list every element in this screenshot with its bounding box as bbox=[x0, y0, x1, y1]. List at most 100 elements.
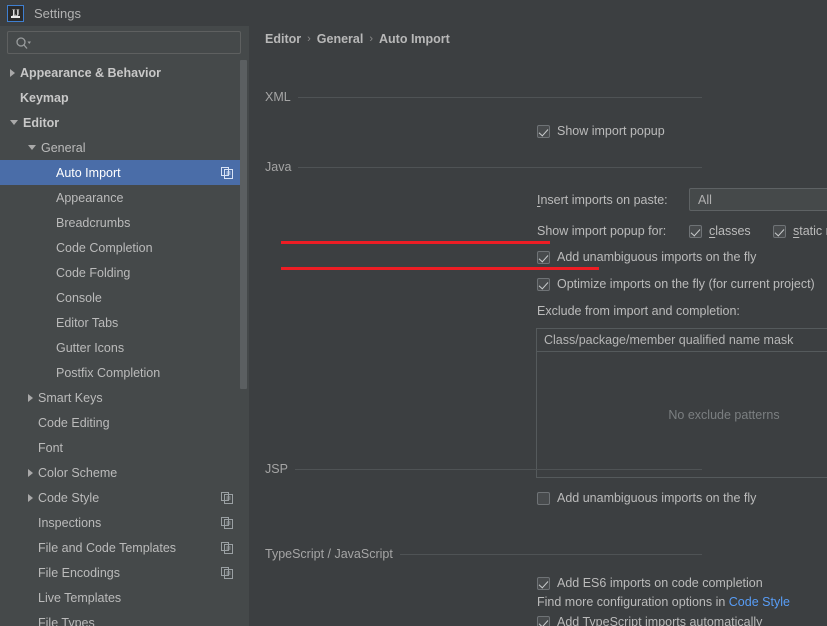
sidebar-item-keymap[interactable]: Keymap bbox=[0, 85, 249, 110]
add-es6-imports-label: Add ES6 imports on code completion bbox=[557, 576, 763, 590]
jsp-add-unambiguous-checkbox[interactable] bbox=[537, 492, 550, 505]
search-box[interactable] bbox=[7, 31, 241, 54]
sidebar-item-file-encodings[interactable]: File Encodings bbox=[0, 560, 249, 585]
code-style-hint: Find more configuration options in Code … bbox=[537, 595, 790, 609]
copy-settings-icon[interactable] bbox=[221, 567, 233, 579]
classes-checkbox[interactable] bbox=[689, 225, 702, 238]
sidebar-scrollbar-thumb[interactable] bbox=[240, 60, 247, 389]
window-title: Settings bbox=[34, 6, 81, 21]
sidebar-item-label: Editor Tabs bbox=[56, 316, 118, 330]
sidebar-item-inspections[interactable]: Inspections bbox=[0, 510, 249, 535]
column-header-name-mask[interactable]: Class/package/member qualified name mask bbox=[537, 329, 827, 351]
exclude-table-empty-text: No exclude patterns bbox=[668, 408, 779, 422]
jsp-add-unambiguous-checkbox-row[interactable]: Add unambiguous imports on the fly bbox=[537, 491, 756, 505]
copy-settings-icon[interactable] bbox=[221, 542, 233, 554]
exclude-table-empty-state: No exclude patterns bbox=[537, 352, 827, 477]
sidebar-scrollbar[interactable] bbox=[240, 60, 248, 626]
sidebar-item-general[interactable]: General bbox=[0, 135, 249, 160]
chevron-down-icon[interactable] bbox=[28, 145, 36, 150]
insert-imports-label-rest: nsert imports on paste: bbox=[540, 193, 667, 207]
sidebar-item-auto-import[interactable]: Auto Import bbox=[0, 160, 242, 185]
exclude-from-import-label: Exclude from import and completion: bbox=[537, 304, 740, 318]
code-style-link[interactable]: Code Style bbox=[729, 595, 790, 609]
sidebar-item-postfix-completion[interactable]: Postfix Completion bbox=[0, 360, 249, 385]
sidebar-item-smart-keys[interactable]: Smart Keys bbox=[0, 385, 249, 410]
sidebar-item-console[interactable]: Console bbox=[0, 285, 249, 310]
sidebar-item-code-completion[interactable]: Code Completion bbox=[0, 235, 249, 260]
chevron-right-icon[interactable] bbox=[10, 69, 15, 77]
sidebar-item-label: Color Scheme bbox=[38, 466, 117, 480]
logo-text: IJ bbox=[12, 8, 19, 18]
sidebar-item-label: Code Style bbox=[38, 491, 99, 505]
chevron-right-icon[interactable] bbox=[28, 469, 33, 477]
settings-content-panel: Editor › General › Auto Import XML Show … bbox=[249, 26, 827, 626]
add-typescript-imports-checkbox[interactable] bbox=[537, 616, 550, 626]
sidebar-item-label: Keymap bbox=[20, 91, 69, 105]
sidebar-item-label: Appearance & Behavior bbox=[20, 66, 161, 80]
breadcrumb-separator-1: › bbox=[307, 33, 311, 45]
static-methods-checkbox[interactable] bbox=[773, 225, 786, 238]
sidebar-item-breadcrumbs[interactable]: Breadcrumbs bbox=[0, 210, 249, 235]
xml-section-divider bbox=[298, 97, 702, 98]
sidebar-item-editor-tabs[interactable]: Editor Tabs bbox=[0, 310, 249, 335]
add-unambiguous-imports-label: Add unambiguous imports on the fly bbox=[557, 250, 756, 264]
add-es6-imports-checkbox[interactable] bbox=[537, 577, 550, 590]
insert-imports-selected-value: All bbox=[698, 193, 712, 207]
add-unambiguous-imports-checkbox-row[interactable]: Add unambiguous imports on the fly bbox=[537, 250, 756, 264]
xml-show-import-popup-checkbox-row[interactable]: Show import popup bbox=[537, 124, 665, 138]
settings-sidebar: Appearance & Behavior Keymap EditorGeneral… bbox=[0, 26, 249, 626]
sidebar-item-label: Font bbox=[38, 441, 63, 455]
chevron-right-icon[interactable] bbox=[28, 394, 33, 402]
sidebar-item-code-style[interactable]: Code Style bbox=[0, 485, 249, 510]
xml-show-import-popup-checkbox[interactable] bbox=[537, 125, 550, 138]
copy-settings-icon[interactable] bbox=[221, 517, 233, 529]
add-es6-imports-checkbox-row[interactable]: Add ES6 imports on code completion bbox=[537, 576, 763, 590]
sidebar-item-label: Inspections bbox=[38, 516, 101, 530]
classes-checkbox-row[interactable]: classes bbox=[689, 224, 751, 238]
search-input[interactable] bbox=[31, 36, 240, 50]
chevron-down-icon[interactable] bbox=[10, 120, 18, 125]
sidebar-item-label: Console bbox=[56, 291, 102, 305]
show-import-popup-for-label: Show import popup for: bbox=[537, 224, 666, 238]
sidebar-item-label: Gutter Icons bbox=[56, 341, 124, 355]
add-unambiguous-imports-checkbox[interactable] bbox=[537, 251, 550, 264]
copy-settings-icon[interactable] bbox=[221, 492, 233, 504]
static-methods-label: static methods and fields bbox=[793, 224, 827, 238]
breadcrumb: Editor › General › Auto Import bbox=[265, 32, 450, 46]
sidebar-item-editor[interactable]: Editor bbox=[0, 110, 249, 135]
exclude-patterns-table[interactable]: Class/package/member qualified name mask… bbox=[536, 328, 827, 478]
java-section-divider bbox=[298, 167, 702, 168]
breadcrumb-general[interactable]: General bbox=[317, 32, 364, 46]
jsp-add-unambiguous-label: Add unambiguous imports on the fly bbox=[557, 491, 756, 505]
sidebar-item-appearance[interactable]: Appearance bbox=[0, 185, 249, 210]
sidebar-item-label: File and Code Templates bbox=[38, 541, 176, 555]
intellij-logo-icon: IJ bbox=[7, 5, 24, 22]
optimize-imports-checkbox-row[interactable]: Optimize imports on the fly (for current… bbox=[537, 277, 815, 291]
add-typescript-imports-checkbox-row[interactable]: Add TypeScript imports automatically bbox=[537, 615, 762, 626]
sidebar-item-live-templates[interactable]: Live Templates bbox=[0, 585, 249, 610]
optimize-imports-checkbox[interactable] bbox=[537, 278, 550, 291]
sidebar-item-label: Appearance bbox=[56, 191, 123, 205]
typescript-section-header: TypeScript / JavaScript bbox=[265, 547, 702, 561]
sidebar-item-appearance-behavior[interactable]: Appearance & Behavior bbox=[0, 60, 249, 85]
static-methods-checkbox-row[interactable]: static methods and fields bbox=[773, 224, 827, 238]
classes-label: classes bbox=[709, 224, 751, 238]
jsp-section-title: JSP bbox=[265, 462, 288, 476]
optimize-imports-label: Optimize imports on the fly (for current… bbox=[557, 277, 815, 291]
copy-settings-icon[interactable] bbox=[221, 167, 233, 179]
sidebar-item-code-folding[interactable]: Code Folding bbox=[0, 260, 249, 285]
breadcrumb-auto-import: Auto Import bbox=[379, 32, 450, 46]
breadcrumb-separator-2: › bbox=[369, 33, 373, 45]
sidebar-item-file-types[interactable]: File Types bbox=[0, 610, 249, 626]
sidebar-item-label: Auto Import bbox=[56, 166, 121, 180]
sidebar-item-code-editing[interactable]: Code Editing bbox=[0, 410, 249, 435]
settings-tree[interactable]: Appearance & Behavior Keymap EditorGeneral… bbox=[0, 60, 249, 626]
breadcrumb-editor[interactable]: Editor bbox=[265, 32, 301, 46]
insert-imports-on-paste-dropdown[interactable]: All bbox=[689, 188, 827, 211]
sidebar-item-gutter-icons[interactable]: Gutter Icons bbox=[0, 335, 249, 360]
sidebar-item-color-scheme[interactable]: Color Scheme bbox=[0, 460, 249, 485]
sidebar-item-font[interactable]: Font bbox=[0, 435, 249, 460]
sidebar-item-file-and-code-templates[interactable]: File and Code Templates bbox=[0, 535, 249, 560]
search-field-wrapper[interactable] bbox=[7, 31, 241, 54]
chevron-right-icon[interactable] bbox=[28, 494, 33, 502]
